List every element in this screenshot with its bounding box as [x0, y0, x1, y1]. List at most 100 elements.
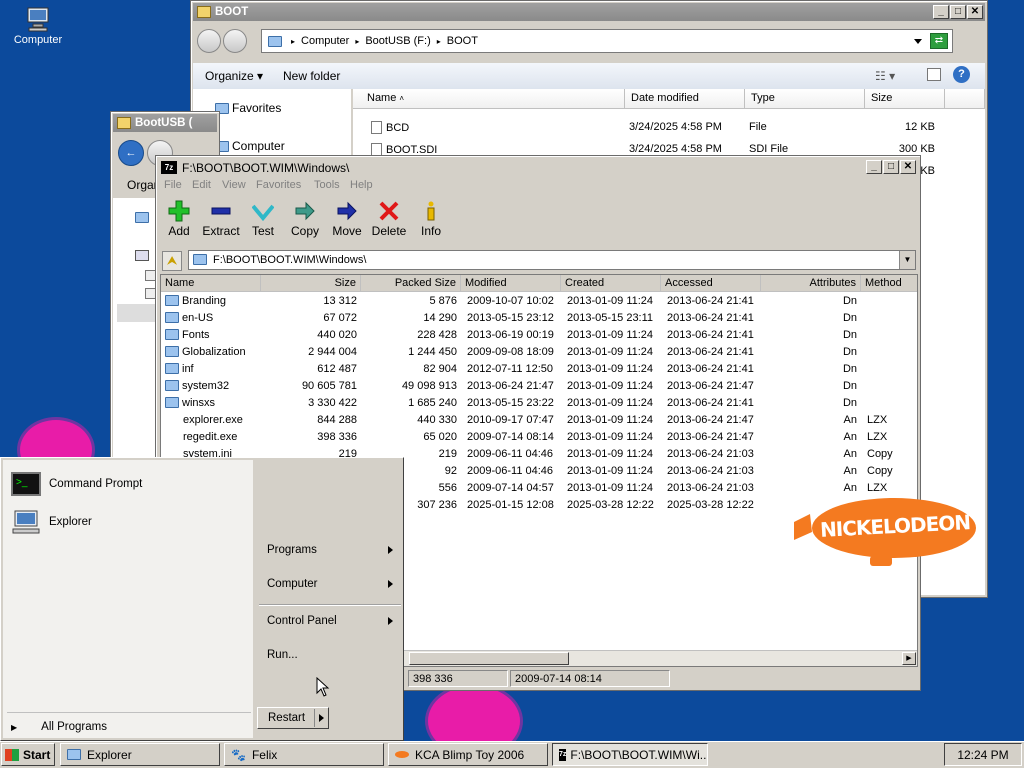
new-folder-button[interactable]: New folder	[283, 69, 340, 83]
view-icon[interactable]: ☷ ▾	[875, 69, 895, 83]
all-programs-item[interactable]: ▶ All Programs	[11, 721, 247, 737]
table-row[interactable]: inf 612 487 82 904 2012-07-11 12:50 2013-01-…	[161, 361, 917, 378]
programs-item[interactable]: Programs	[261, 544, 401, 560]
table-row[interactable]: system32 90 605 781 49 098 913 2013-06-24 2…	[161, 378, 917, 395]
organize-button[interactable]: Organize ▾	[205, 69, 263, 83]
minimize-button[interactable]: _	[866, 160, 882, 174]
cell-method: LZX	[867, 414, 888, 426]
up-folder-button[interactable]: ⮝	[162, 251, 182, 271]
scroll-thumb[interactable]	[409, 652, 569, 665]
extract-button[interactable]: Extract	[199, 200, 243, 238]
table-row[interactable]: Fonts 440 020 228 428 2013-06-19 00:19 2013-…	[161, 327, 917, 344]
command-bar: Organize ▾ New folder ☷ ▾ ?	[193, 63, 985, 89]
help-icon[interactable]: ?	[953, 66, 970, 83]
path-dropdown-button[interactable]: ▼	[899, 251, 915, 269]
command-prompt-item[interactable]: >_ Command Prompt	[11, 470, 247, 498]
cell-modified: 2013-05-15 23:12	[467, 312, 554, 324]
column-created[interactable]: Created	[561, 275, 661, 292]
folder-icon	[165, 397, 179, 408]
restart-options-arrow[interactable]	[314, 709, 328, 727]
column-size[interactable]: Size	[261, 275, 361, 292]
zip-titlebar[interactable]: 7z F:\BOOT\BOOT.WIM\Windows\	[158, 158, 918, 178]
column-name[interactable]: Name ˄	[353, 89, 625, 109]
explorer-item[interactable]: Explorer	[11, 508, 247, 536]
maximize-button[interactable]: □	[883, 160, 899, 174]
breadcrumb-boot[interactable]: BOOT	[447, 35, 478, 47]
file-type: File	[749, 121, 767, 133]
desktop-computer-icon[interactable]: Computer	[8, 6, 68, 46]
cell-modified: 2009-07-14 04:57	[467, 482, 554, 494]
table-row[interactable]: Branding 13 312 5 876 2009-10-07 10:02 2013-…	[161, 293, 917, 310]
run-item[interactable]: Run...	[261, 649, 401, 665]
bootusb-titlebar[interactable]: BootUSB (	[113, 114, 217, 132]
taskbar-felix[interactable]: 🐾 Felix	[224, 743, 384, 766]
taskbar-explorer[interactable]: Explorer	[60, 743, 220, 766]
table-row[interactable]: explorer.exe 844 288 440 330 2010-09-17 07:…	[161, 412, 917, 429]
zip-menubar: File Edit View Favorites Tools Help	[158, 179, 918, 195]
copy-button[interactable]: Copy	[283, 200, 327, 238]
refresh-icon[interactable]: ⇄	[930, 33, 948, 49]
cell-packed: 49 098 913	[401, 380, 457, 392]
restart-button[interactable]: Restart	[257, 707, 329, 729]
column-size[interactable]: Size	[865, 89, 945, 109]
cell-size: 398 336	[317, 431, 357, 443]
cell-size: 2 944 004	[308, 346, 357, 358]
minimize-button[interactable]: _	[933, 5, 949, 19]
cell-modified: 2013-06-24 21:47	[467, 380, 554, 392]
nickelodeon-logo: NICKELODEON	[790, 492, 980, 574]
folder-icon	[165, 346, 179, 357]
table-row[interactable]: winsxs 3 330 422 1 685 240 2013-05-15 23:22…	[161, 395, 917, 412]
table-row[interactable]: regedit.exe 398 336 65 020 2009-07-14 08:14…	[161, 429, 917, 446]
bootusb-title: BootUSB (	[135, 117, 193, 129]
path-field[interactable]: F:\BOOT\BOOT.WIM\Windows\ ▼	[188, 250, 916, 270]
menu-file[interactable]: File	[164, 179, 182, 191]
table-row[interactable]: Globalization 2 944 004 1 244 450 2009-09-0…	[161, 344, 917, 361]
close-button[interactable]: ✕	[900, 160, 916, 174]
menu-edit[interactable]: Edit	[192, 179, 211, 191]
breadcrumb-computer[interactable]: Computer	[301, 35, 349, 47]
taskbar-7zip[interactable]: 7z F:\BOOT\BOOT.WIM\Wi...	[552, 743, 708, 766]
close-button[interactable]: ✕	[967, 5, 983, 19]
column-name[interactable]: Name	[161, 275, 261, 292]
boot-titlebar[interactable]: BOOT	[193, 3, 985, 21]
menu-favorites[interactable]: Favorites	[256, 179, 301, 191]
taskbar-kca-blimp[interactable]: KCA Blimp Toy 2006	[388, 743, 548, 766]
info-button[interactable]: Info	[409, 200, 453, 238]
column-modified[interactable]: Modified	[461, 275, 561, 292]
start-button[interactable]: Start	[1, 743, 55, 766]
add-button[interactable]: Add	[157, 200, 201, 238]
control-panel-item[interactable]: Control Panel	[261, 615, 401, 631]
back-button[interactable]	[197, 29, 221, 53]
preview-pane-icon[interactable]	[927, 68, 941, 81]
menu-tools[interactable]: Tools	[314, 179, 340, 191]
zip-title: F:\BOOT\BOOT.WIM\Windows\	[182, 161, 350, 175]
back-button[interactable]: ←	[118, 140, 144, 166]
forward-button[interactable]	[223, 29, 247, 53]
delete-button[interactable]: Delete	[367, 200, 411, 238]
7zip-icon: 7z	[559, 748, 567, 761]
list-item[interactable]: BCD 3/24/2025 4:58 PM File 12 KB	[353, 119, 985, 136]
test-button[interactable]: Test	[241, 200, 285, 238]
scroll-right-arrow[interactable]: ▶	[902, 652, 916, 665]
nav-computer[interactable]: Computer	[215, 139, 285, 153]
status-modified: 2009-07-14 08:14	[510, 670, 670, 687]
cell-size: 612 487	[317, 363, 357, 375]
breadcrumb-bootusb[interactable]: BootUSB (F:)	[365, 35, 430, 47]
column-attributes[interactable]: Attributes	[761, 275, 861, 292]
menu-view[interactable]: View	[222, 179, 246, 191]
address-bar[interactable]: ▸ Computer ▸ BootUSB (F:) ▸ BOOT ⇄	[261, 29, 953, 53]
nav-favorites[interactable]: Favorites	[215, 101, 281, 115]
computer-item[interactable]: Computer	[261, 578, 401, 594]
column-accessed[interactable]: Accessed	[661, 275, 761, 292]
clock[interactable]: 12:24 PM	[944, 743, 1022, 766]
column-date-modified[interactable]: Date modified	[625, 89, 745, 109]
chevron-down-icon[interactable]	[914, 39, 922, 44]
column-method[interactable]: Method	[861, 275, 917, 292]
menu-help[interactable]: Help	[350, 179, 373, 191]
cell-name: regedit.exe	[183, 431, 238, 443]
column-packed-size[interactable]: Packed Size	[361, 275, 461, 292]
move-button[interactable]: Move	[325, 200, 369, 238]
maximize-button[interactable]: □	[950, 5, 966, 19]
table-row[interactable]: en-US 67 072 14 290 2013-05-15 23:12 2013-05…	[161, 310, 917, 327]
column-type[interactable]: Type	[745, 89, 865, 109]
